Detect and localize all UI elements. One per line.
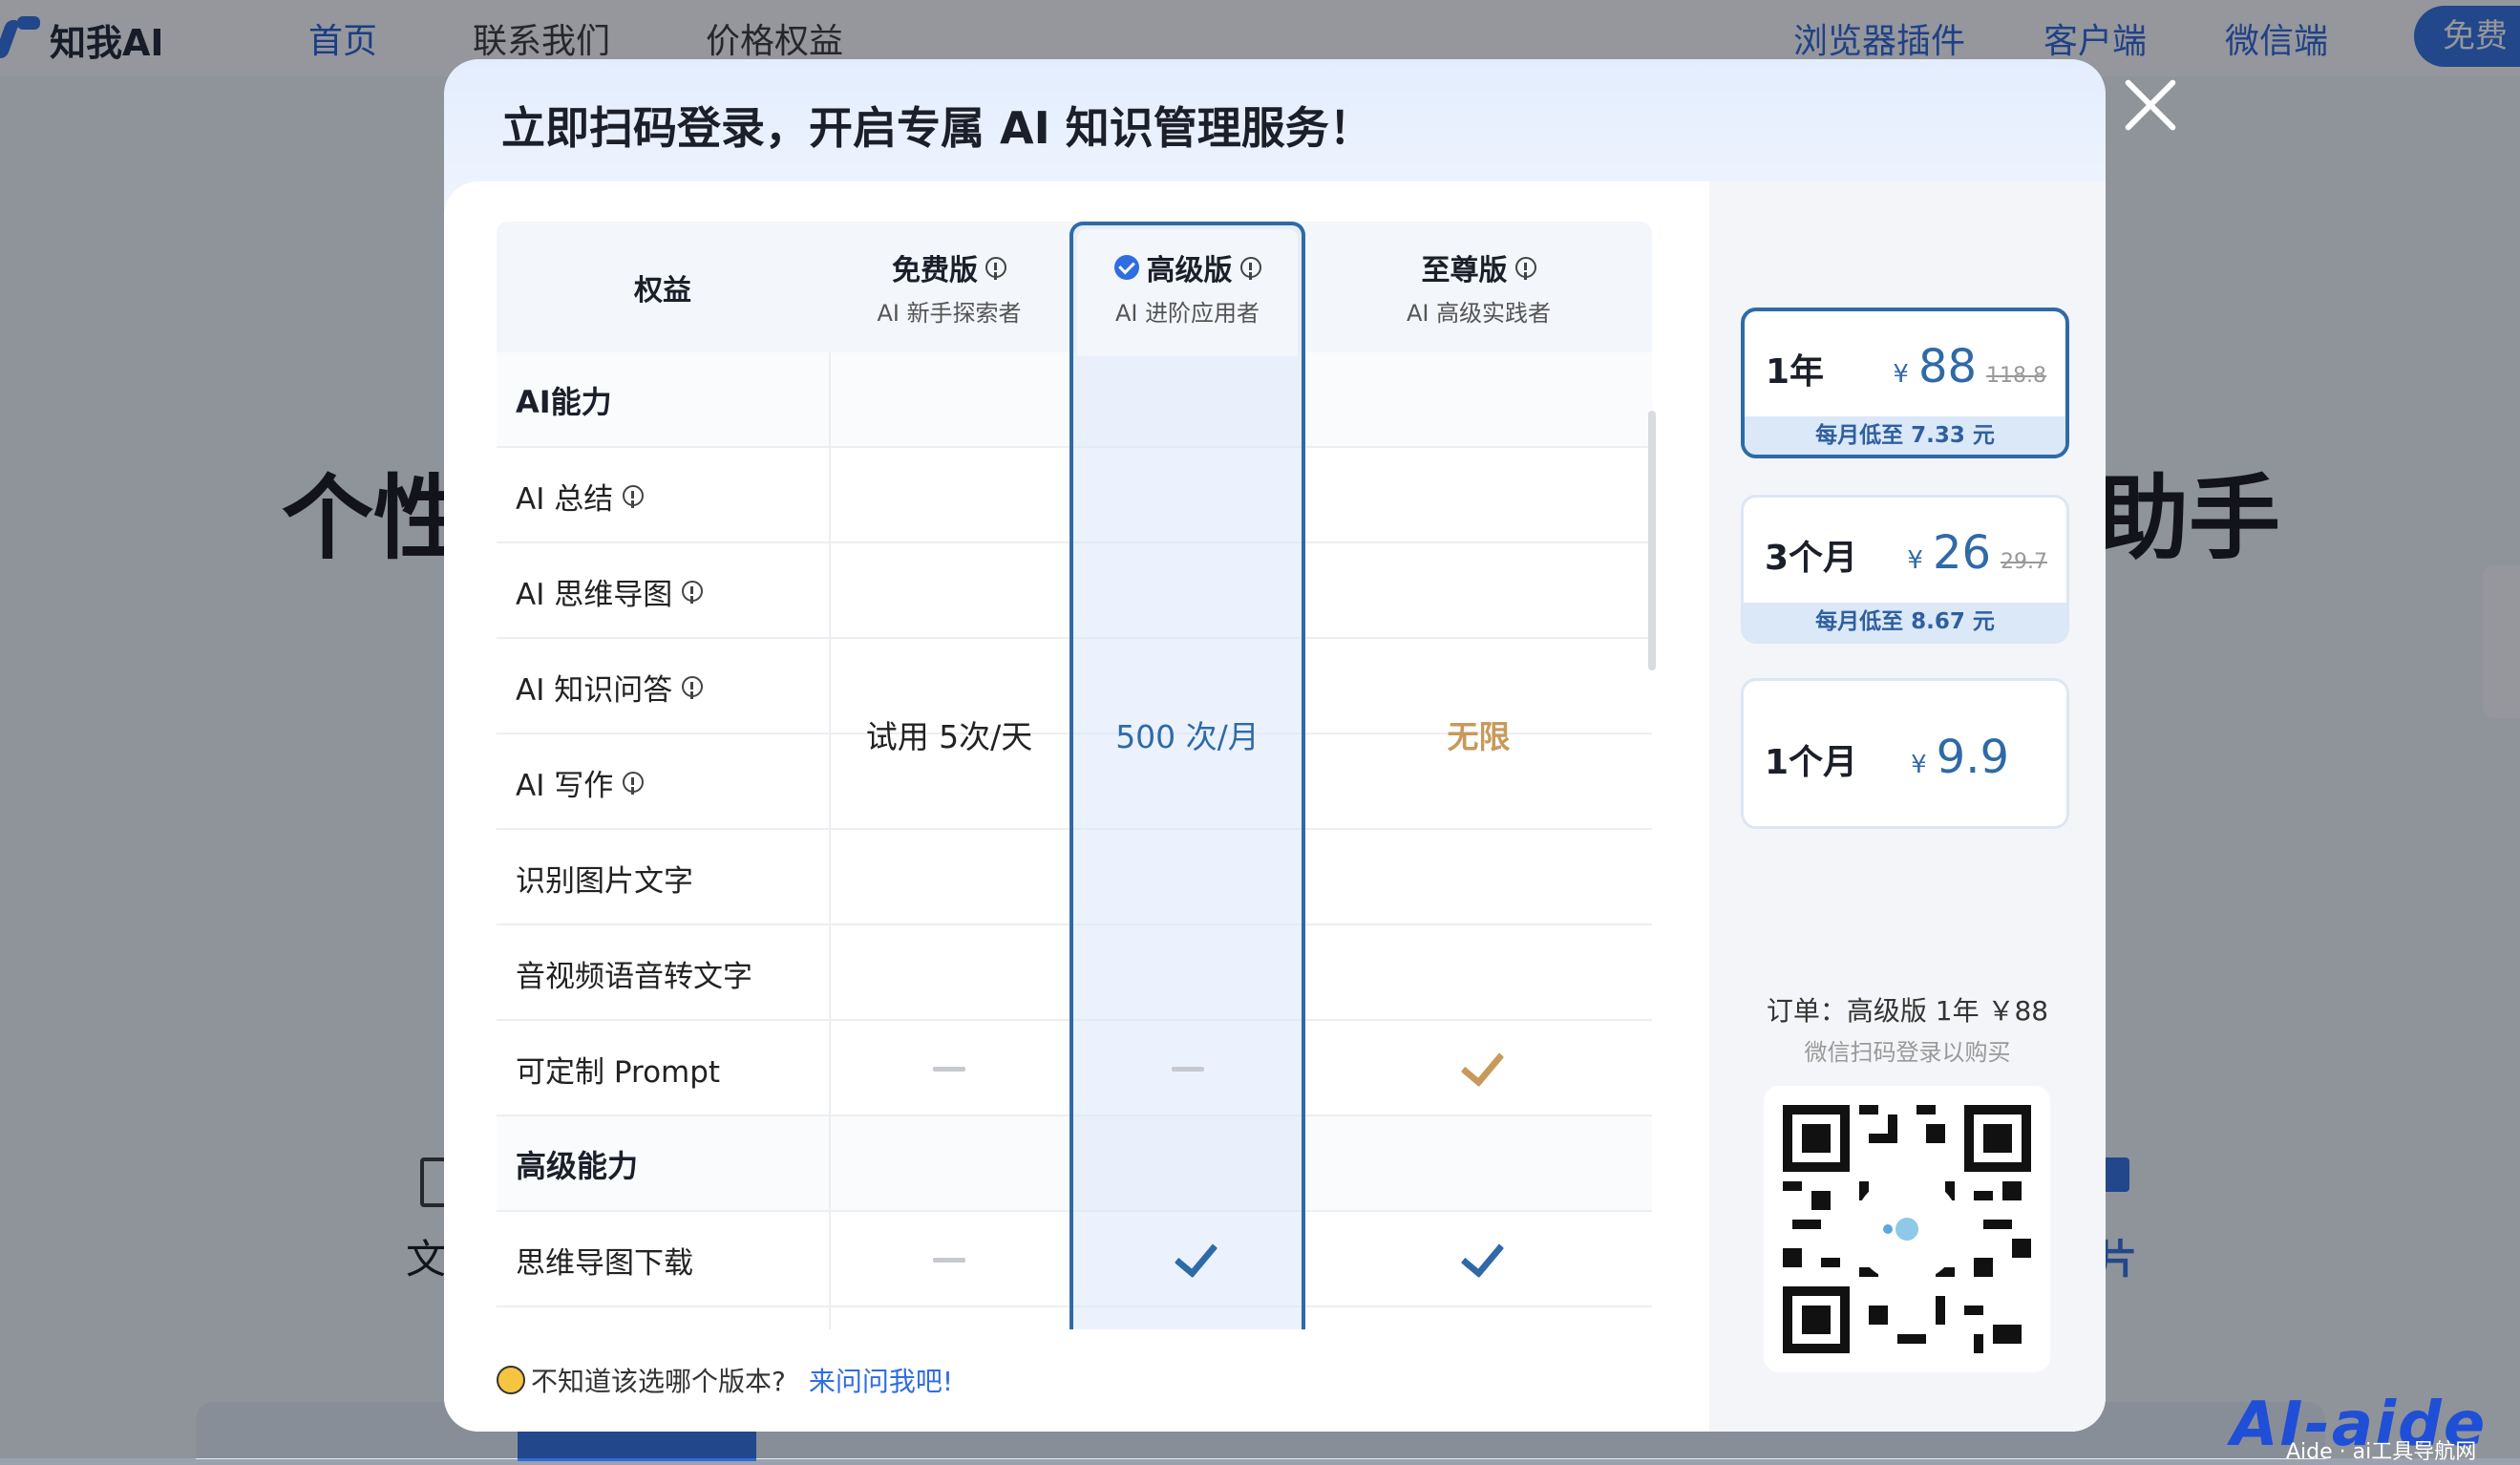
tier-free-header[interactable]: 免费版 AI 新手探索者	[829, 222, 1069, 352]
close-icon[interactable]	[2122, 76, 2179, 134]
dash-icon	[1172, 1067, 1204, 1072]
currency-symbol: ¥	[1907, 546, 1923, 575]
row-label-speech-to-text: 音视频语音转文字	[516, 959, 752, 994]
tier-ultimate-header[interactable]: 至尊版 AI 高级实践者	[1305, 222, 1652, 352]
tier-ultimate-name: 至尊版	[1421, 254, 1508, 287]
dash-icon	[933, 1258, 965, 1263]
benefits-table: AI能力 AI 总结 AI 思维导图 AI 知识问答 AI 写作 识别图片文字 …	[497, 222, 1652, 1329]
table-scrollbar[interactable]	[1648, 411, 1656, 670]
section-label-ai: AI能力	[516, 384, 612, 420]
order-summary: 订单：高级版 1年 ￥88	[1766, 995, 2049, 1027]
plan-duration: 1年	[1766, 352, 1825, 392]
plan-duration: 1个月	[1765, 743, 1858, 782]
help-text: 不知道该选哪个版本?	[531, 1366, 786, 1397]
dash-icon	[933, 1067, 965, 1072]
row-label-ai-qa: AI 知识问答	[516, 672, 673, 708]
quota-free: 试用 5次/天	[865, 718, 1033, 755]
plan-1-month[interactable]: 1个月 ¥ 9.9	[1741, 678, 2069, 829]
wechat-qr-code[interactable]	[1764, 1086, 2050, 1372]
order-hint: 微信扫码登录以购买	[1804, 1039, 2011, 1066]
check-circle-icon	[1113, 255, 1139, 280]
tier-free-subtitle: AI 新手探索者	[877, 300, 1022, 327]
plan-price: 88	[1917, 340, 1978, 393]
info-icon[interactable]	[623, 772, 645, 793]
watermark-subtext: Aide · ai工具导航网	[2286, 1440, 2477, 1464]
row-label-mindmap-download: 思维导图下载	[516, 1245, 693, 1281]
plan-1-year[interactable]: 1年 ¥ 88 118.8 每月低至 7.33 元	[1741, 308, 2069, 458]
quota-premium: 500 次/月	[1115, 718, 1260, 755]
row-label-ai-writing: AI 写作	[516, 768, 614, 803]
header-benefits: 权益	[634, 273, 691, 308]
help-prompt: 不知道该选哪个版本? 来问问我吧!	[497, 1361, 953, 1399]
plan-original-price: 118.8	[1986, 364, 2046, 388]
plan-monthly-rate: 每月低至 7.33 元	[1745, 416, 2065, 455]
qr-code-icon	[1783, 1105, 2031, 1353]
plan-price: 9.9	[1936, 731, 2009, 784]
info-icon[interactable]	[682, 676, 704, 697]
tier-premium-name: 高级版	[1146, 254, 1233, 287]
info-icon[interactable]	[985, 257, 1006, 278]
plan-original-price: 29.7	[2001, 550, 2047, 574]
info-icon[interactable]	[623, 485, 645, 506]
quota-ultimate: 无限	[1447, 718, 1511, 755]
currency-symbol: ¥	[1893, 360, 1909, 389]
help-link[interactable]: 来问问我吧!	[809, 1361, 953, 1399]
plan-3-months[interactable]: 3个月 ¥ 26 29.7 每月低至 8.67 元	[1741, 495, 2069, 644]
row-label-ai-mindmap: AI 思维导图	[516, 577, 673, 612]
tier-free-name: 免费版	[892, 254, 978, 287]
tier-premium-header[interactable]: 高级版 AI 进阶应用者	[1069, 222, 1305, 352]
tier-premium-subtitle: AI 进阶应用者	[1114, 300, 1260, 327]
section-label-advanced: 高级能力	[516, 1148, 639, 1184]
plan-monthly-rate: 每月低至 8.67 元	[1744, 603, 2066, 641]
info-icon[interactable]	[1514, 257, 1536, 278]
plan-duration: 3个月	[1765, 539, 1858, 578]
row-label-custom-prompt: 可定制 Prompt	[516, 1054, 721, 1090]
tier-ultimate-subtitle: AI 高级实践者	[1406, 300, 1552, 327]
currency-symbol: ¥	[1911, 751, 1927, 779]
row-label-ai-summary: AI 总结	[516, 481, 614, 517]
modal-title: 立即扫码登录，开启专属 AI 知识管理服务！	[501, 102, 1373, 154]
info-icon[interactable]	[1239, 257, 1261, 278]
pricing-modal: 立即扫码登录，开启专属 AI 知识管理服务！ AI能力 AI 总结 AI 思维导…	[444, 59, 2106, 1432]
plan-price: 26	[1932, 526, 1992, 580]
info-icon[interactable]	[682, 581, 704, 602]
thinking-face-icon	[497, 1366, 525, 1394]
row-label-ocr: 识别图片文字	[516, 863, 693, 899]
